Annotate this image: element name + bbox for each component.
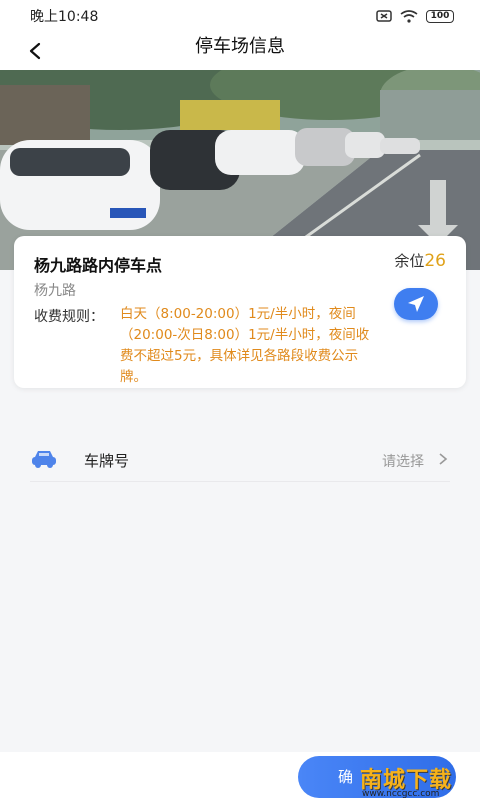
status-time: 晚上10:48 [30,9,99,25]
available-spaces: 余位26 [394,250,446,271]
rules-text: 白天（8:00-20:00）1元/半小时，夜间（20:00-次日8:00）1元/… [120,306,370,385]
lot-name: 杨九路路内停车点 [34,256,163,275]
status-icons: 100 [376,9,454,23]
spaces-count: 26 [424,251,446,271]
status-bar: 晚上10:48 100 [0,0,480,32]
battery-icon: 100 [426,9,454,23]
plate-selector[interactable]: 车牌号 请选择 [30,438,450,482]
rules-label: 收费规则： [34,309,104,325]
parking-info-card: 杨九路路内停车点 余位26 杨九路 收费规则： 白天（8:00-20:00）1元… [14,236,466,388]
plate-placeholder: 请选择 [382,454,424,470]
chevron-right-icon [439,453,448,465]
wifi-icon [400,9,418,23]
spaces-label: 余位 [394,252,425,270]
car-icon [32,451,56,468]
title-bar: 停车场信息 [0,32,480,70]
navigate-button[interactable] [394,288,438,320]
watermark-url: www.nccgcc.com [362,789,440,799]
plate-label: 车牌号 [84,452,130,470]
road-name: 杨九路 [34,283,76,299]
sim-icon [376,10,392,22]
page-title: 停车场信息 [195,36,285,57]
navigation-arrow-icon [408,296,424,312]
